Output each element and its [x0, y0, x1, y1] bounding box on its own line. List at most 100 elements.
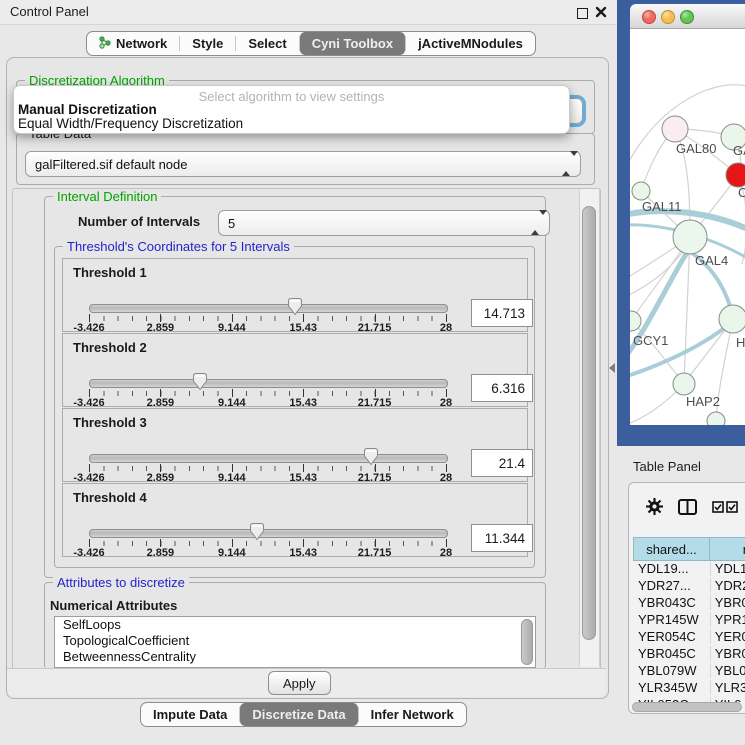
float-window-icon[interactable]: [577, 8, 588, 19]
tab-style[interactable]: Style: [180, 32, 235, 55]
slider-track[interactable]: [89, 304, 448, 313]
zoom-traffic-light-icon[interactable]: [680, 10, 694, 24]
slider-tick-label: -3.426: [73, 547, 104, 559]
app-root: Control Panel Network Style Select Cyni Too…: [0, 0, 745, 745]
columns-icon[interactable]: [678, 499, 697, 518]
threshold-panel-4: Threshold 4-3.4262.8599.14415.4321.71528…: [62, 483, 528, 557]
tab-impute-data[interactable]: Impute Data: [141, 703, 239, 726]
network-node-label: H: [736, 335, 745, 350]
network-window-titlebar[interactable]: [630, 4, 745, 29]
slider-minor-ticks: [89, 391, 447, 396]
threshold-value-field[interactable]: 14.713: [471, 299, 533, 327]
threshold-panel-1: Threshold 1-3.4262.8599.14415.4321.71528…: [62, 258, 528, 332]
network-edge[interactable]: [631, 321, 684, 384]
number-of-intervals-value: 5: [219, 216, 235, 231]
attribute-item-betweennesscentrality[interactable]: BetweennessCentrality: [55, 649, 535, 665]
tab-discretize-data[interactable]: Discretize Data: [240, 703, 357, 726]
slider-track[interactable]: [89, 379, 448, 388]
network-node[interactable]: [673, 373, 695, 395]
threshold-label: Threshold 4: [73, 490, 147, 505]
threshold-value-field[interactable]: 6.316: [471, 374, 533, 402]
tab-select[interactable]: Select: [236, 32, 298, 55]
number-of-intervals-combo[interactable]: 5: [218, 210, 550, 236]
tab-infer-network[interactable]: Infer Network: [359, 703, 466, 726]
table-data-combo-value: galFiltered.sif default node: [26, 157, 187, 172]
threshold-value-field[interactable]: 11.344: [471, 524, 533, 552]
network-node[interactable]: [632, 182, 650, 200]
slider-minor-ticks: [89, 316, 447, 321]
table-row[interactable]: YBL079WYBL0: [633, 662, 745, 679]
minimize-traffic-light-icon[interactable]: [661, 10, 675, 24]
network-node[interactable]: [719, 305, 745, 333]
algorithm-option-equal-width-frequency-discretization[interactable]: Equal Width/Frequency Discretization: [18, 117, 565, 131]
network-node[interactable]: [662, 116, 688, 142]
network-node-label: GCY1: [633, 333, 668, 348]
table-row[interactable]: YLR345WYLR3: [633, 679, 745, 696]
tab-label-cyni-toolbox: Cyni Toolbox: [312, 36, 393, 51]
cell-name: YBR0: [711, 595, 745, 610]
slider-thumb[interactable]: [287, 297, 303, 316]
apply-button[interactable]: Apply: [268, 671, 331, 695]
numerical-attributes-list[interactable]: SelfLoopsTopologicalCoefficientBetweenne…: [54, 616, 536, 668]
cell-name: YPR1: [711, 612, 745, 627]
vertical-scrollbar-thumb[interactable]: [582, 206, 596, 640]
slider-major-tick: [303, 539, 304, 547]
attribute-item-topologicalcoefficient[interactable]: TopologicalCoefficient: [55, 633, 535, 649]
slider-major-tick: [446, 389, 447, 397]
slider-major-tick: [160, 389, 161, 397]
network-node-label: GAL11: [642, 199, 682, 214]
slider-track[interactable]: [89, 454, 448, 463]
network-node-label: GA: [733, 143, 745, 158]
network-icon: [99, 35, 111, 52]
tab-label-style: Style: [192, 36, 223, 51]
slider-thumb[interactable]: [249, 522, 265, 541]
network-node[interactable]: [630, 311, 641, 331]
table-rows: YDL19...YDL1YDR27...YDR2YBR043CYBR0YPR14…: [633, 560, 745, 702]
tab-cyni-toolbox[interactable]: Cyni Toolbox: [300, 32, 405, 55]
cell-name: YBL0: [711, 663, 745, 678]
threshold-label: Threshold 1: [73, 265, 147, 280]
split-divider-arrow-icon[interactable]: [609, 363, 615, 373]
threshold-value-field[interactable]: 21.4: [471, 449, 533, 477]
slider-track[interactable]: [89, 529, 448, 538]
table-horizontal-scrollbar-thumb[interactable]: [632, 702, 742, 712]
slider-thumb[interactable]: [192, 372, 208, 391]
network-node-label: GAL4: [695, 253, 728, 268]
cell-shared-name: YBL079W: [633, 663, 711, 678]
attribute-item-selfloops[interactable]: SelfLoops: [55, 617, 535, 633]
checkbox-icon[interactable]: [726, 501, 738, 516]
slider-thumb[interactable]: [363, 447, 379, 466]
slider-tick-label: 15.43: [289, 547, 317, 559]
network-node-label: GAL80: [676, 141, 716, 156]
cell-name: YBR0: [711, 646, 745, 661]
close-icon[interactable]: [594, 5, 608, 19]
table-row[interactable]: YER054CYER0: [633, 628, 745, 645]
threshold-label: Threshold 2: [73, 340, 147, 355]
tab-jactivemnodules[interactable]: jActiveMNodules: [406, 32, 535, 55]
table-data-combo[interactable]: galFiltered.sif default node: [25, 151, 581, 177]
column-header-shared[interactable]: shared...: [633, 537, 710, 561]
column-header-name[interactable]: n: [709, 537, 745, 561]
checkbox-icon[interactable]: [712, 501, 724, 516]
slider-major-tick: [160, 314, 161, 322]
tab-network[interactable]: Network: [87, 32, 179, 55]
attributes-list-scrollbar-thumb[interactable]: [521, 619, 533, 665]
table-row[interactable]: YDL19...YDL1: [633, 560, 745, 577]
algorithm-option-manual-discretization[interactable]: Manual Discretization: [18, 103, 565, 117]
slider-major-tick: [375, 389, 376, 397]
network-canvas[interactable]: GAL80GAGAL11CGAL4GCY1HHAP2: [630, 29, 745, 425]
network-node[interactable]: [673, 220, 707, 254]
slider-major-tick: [89, 389, 90, 397]
gear-icon[interactable]: [646, 498, 663, 518]
tab-label-select: Select: [248, 36, 286, 51]
cell-name: YDL1: [711, 561, 745, 576]
network-node[interactable]: [726, 163, 745, 187]
table-row[interactable]: YBR045CYBR0: [633, 645, 745, 662]
table-row[interactable]: YPR145WYPR1: [633, 611, 745, 628]
table-row[interactable]: YBR043CYBR0: [633, 594, 745, 611]
slider-major-tick: [446, 464, 447, 472]
control-panel-titlebar: Control Panel: [0, 0, 617, 25]
network-node[interactable]: [707, 412, 725, 425]
close-traffic-light-icon[interactable]: [642, 10, 656, 24]
table-row[interactable]: YDR27...YDR2: [633, 577, 745, 594]
